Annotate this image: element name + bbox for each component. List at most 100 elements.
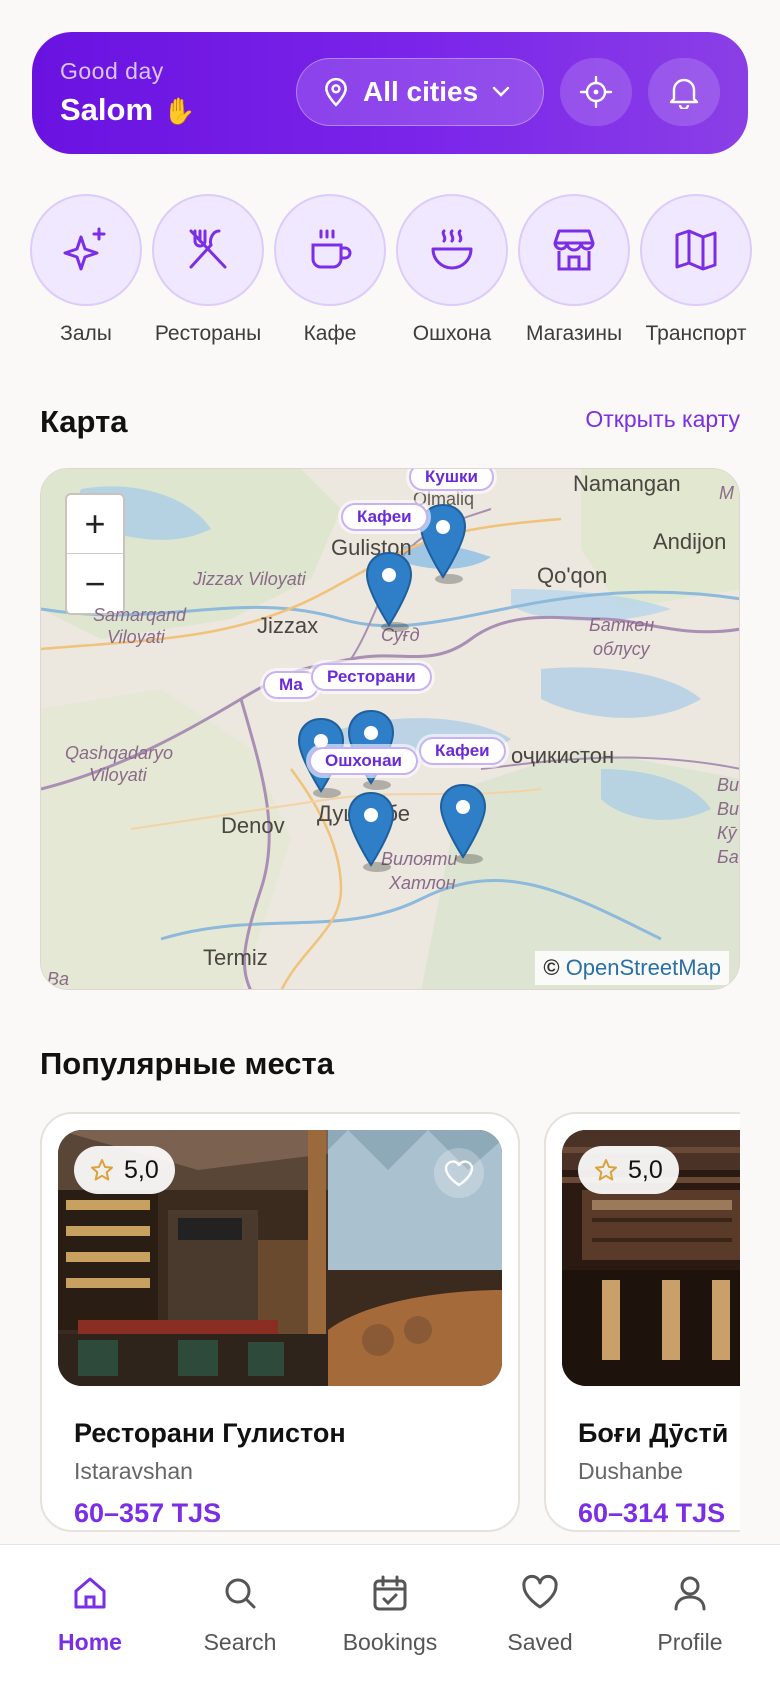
map-place: Denov [221,813,285,838]
map-place: Jizzax [257,613,319,638]
place-card[interactable]: 5,0 Ресторани Гулистон Istaravshan 60–35… [40,1112,520,1532]
place-name: Боғи Дӯстӣ [578,1418,729,1448]
map-marker-pin[interactable] [345,791,397,873]
city-selector[interactable]: All cities [296,58,544,126]
map-place: облусу [593,639,650,659]
rating-badge: 5,0 [578,1146,679,1194]
rating-value: 5,0 [628,1155,663,1184]
map-icon [675,229,717,271]
map-marker-label[interactable]: Ошхонаи [309,747,418,775]
map-place: Qashqadaryo [65,743,174,763]
rating-badge: 5,0 [74,1146,175,1194]
category-stores[interactable]: Магазины [518,194,630,346]
popular-carousel[interactable]: 5,0 Ресторани Гулистон Istaravshan 60–35… [40,1112,740,1544]
city-selector-label: All cities [363,76,479,107]
map-place: Ви [717,775,740,795]
category-restaurants[interactable]: Рестораны [152,194,264,346]
map-marker-pin[interactable] [363,551,415,633]
map-place: Jizzax Viloyati [193,569,306,589]
map-marker-label[interactable]: Ресторани [311,663,432,691]
sparkle-icon [63,227,106,271]
heart-icon [444,1160,474,1187]
place-name: Ресторани Гулистон [74,1418,346,1448]
category-icon-circle [518,194,630,306]
store-icon [553,229,595,271]
map-place: Samarqand [93,605,187,625]
category-transport[interactable]: Транспорт [640,194,752,346]
map-place: Termiz [203,945,268,970]
category-icon-circle [274,194,386,306]
map-place: Ба [717,847,739,867]
nav-bookings[interactable]: Bookings [315,1571,465,1656]
nav-label: Bookings [342,1629,438,1655]
greeting-subtitle: Good day [60,58,164,84]
favorite-button[interactable] [434,1148,484,1198]
steaming-bowl-icon [431,229,473,270]
zoom-in-button[interactable]: + [67,495,123,554]
locate-me-button[interactable] [560,58,632,126]
nav-label: Profile [657,1629,723,1655]
map-marker-label[interactable]: Кафеи [341,503,428,531]
place-city: Dushanbe [578,1458,683,1484]
greeting-title: Salom ✋ [60,92,195,128]
map-marker-label[interactable]: Кушки [409,469,494,491]
map-place: Viloyati [89,765,147,785]
location-pin-icon [325,77,347,107]
map-place: Кӯ [717,823,737,843]
category-label: Транспорт [645,322,747,345]
greeting-text: Salom [60,92,154,127]
nav-saved[interactable]: Saved [465,1571,615,1656]
star-icon [595,1159,617,1181]
place-price: 60–314 TJS [578,1498,726,1528]
map-marker-label[interactable]: Кафеи [419,737,506,765]
search-icon [225,1578,256,1609]
nav-label: Search [203,1629,277,1655]
map-place: Ви [717,799,740,819]
category-cafe[interactable]: Кафе [274,194,386,346]
home-icon [74,1577,106,1609]
map-attribution: © OpenStreetMap [535,951,729,985]
nav-search[interactable]: Search [165,1571,315,1656]
map-place: Баткен [589,615,655,635]
heart-icon [522,1574,558,1609]
openstreetmap-link[interactable]: OpenStreetMap [566,955,721,980]
header-banner: Good day Salom ✋ All cities [32,32,748,154]
category-icon-circle [640,194,752,306]
place-card[interactable]: 5,0 Боғи Дӯстӣ Dushanbe 60–314 TJS [544,1112,740,1532]
bell-icon [669,78,699,109]
rating-value: 5,0 [124,1155,159,1184]
map-place: Namangan [573,471,681,496]
copyright-symbol: © [543,955,560,980]
category-icon-circle [152,194,264,306]
map-widget[interactable]: + − Namangan Andijon Qo'qon Olmaliq Guli… [40,468,740,990]
map-place: Ba [47,969,70,989]
category-row: Залы Рестораны Кафе Ошхона Магазины Тран… [30,194,752,354]
place-city: Istaravshan [74,1458,193,1484]
chevron-down-icon [492,86,510,97]
nav-home[interactable]: Home [15,1571,165,1656]
user-icon [674,1576,706,1611]
open-map-link[interactable]: Открыть карту [585,406,740,433]
notifications-button[interactable] [648,58,720,126]
nav-label: Saved [507,1629,573,1655]
nav-label: Home [58,1629,122,1655]
popular-section-title: Популярные места [40,1046,334,1081]
star-icon [91,1159,113,1181]
calendar-icon [373,1575,407,1611]
coffee-cup-icon [311,229,352,269]
fork-knife-icon [189,229,227,269]
crosshair-icon [579,75,613,109]
bottom-nav: Home Search Bookings Saved Profile [0,1544,780,1688]
map-marker-pin[interactable] [437,783,489,865]
zoom-control: + − [65,493,125,615]
category-icon-circle [30,194,142,306]
map-place: оҷикистон [511,743,615,768]
map-section-title: Карта [40,404,128,439]
category-oshkhona[interactable]: Ошхона [396,194,508,346]
category-halls[interactable]: Залы [30,194,142,346]
waving-hand-icon: ✋ [163,96,196,126]
nav-profile[interactable]: Profile [615,1571,765,1656]
place-price: 60–357 TJS [74,1498,222,1528]
map-place: Andijon [653,529,727,554]
map-place: Viloyati [107,627,165,647]
